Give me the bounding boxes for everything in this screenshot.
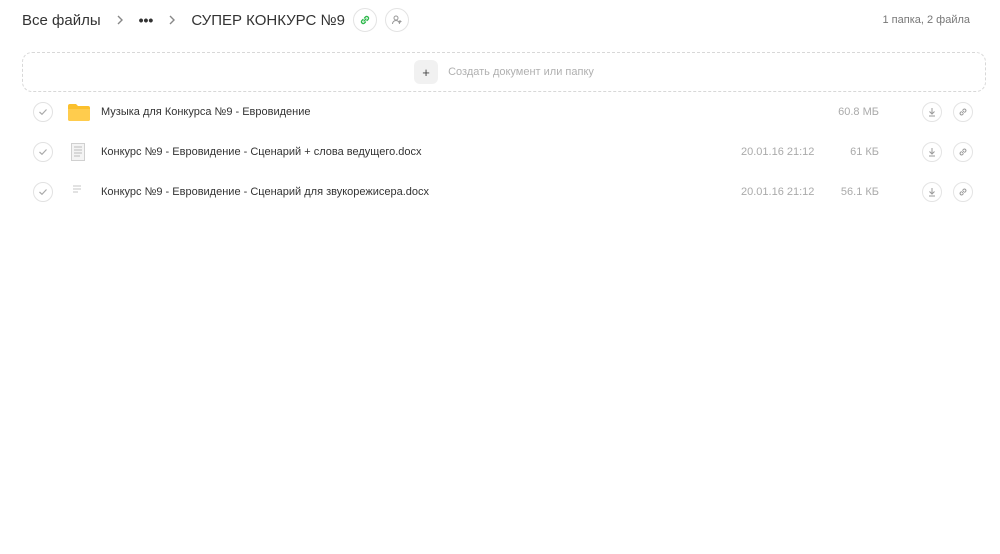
select-checkbox[interactable] xyxy=(33,102,53,122)
checkmark-icon xyxy=(39,109,47,116)
breadcrumb-all-files[interactable]: Все файлы xyxy=(22,12,101,29)
file-size: 61 КБ xyxy=(850,146,879,158)
copy-link-button[interactable] xyxy=(953,142,973,162)
share-link-button[interactable] xyxy=(352,8,377,32)
download-button[interactable] xyxy=(922,142,942,162)
user-access-icon xyxy=(391,15,402,25)
share-access-button[interactable] xyxy=(384,8,409,32)
file-date: 20.01.16 21:12 xyxy=(741,186,815,198)
download-icon xyxy=(929,148,935,157)
file-row[interactable]: Конкурс №9 - Евровидение - Сценарий для … xyxy=(22,172,978,212)
chevron-right-icon xyxy=(116,14,124,26)
download-button[interactable] xyxy=(922,102,942,122)
file-date: 20.01.16 21:12 xyxy=(741,146,815,158)
chevron-right-icon xyxy=(168,14,176,26)
link-icon xyxy=(360,15,370,25)
document-icon xyxy=(71,143,85,161)
download-button[interactable] xyxy=(922,182,942,202)
create-document-or-folder-button[interactable]: + Создать документ или папку xyxy=(22,52,986,92)
file-name[interactable]: Конкурс №9 - Евровидение - Сценарий для … xyxy=(101,186,429,198)
download-icon xyxy=(929,188,935,197)
link-icon xyxy=(959,188,967,196)
select-checkbox[interactable] xyxy=(33,182,53,202)
link-icon xyxy=(959,108,967,116)
select-checkbox[interactable] xyxy=(33,142,53,162)
header-bar: Все файлы ••• СУПЕР КОНКУРС №9 1 папка, … xyxy=(22,0,978,40)
link-icon xyxy=(959,148,967,156)
file-row[interactable]: Конкурс №9 - Евровидение - Сценарий + сл… xyxy=(22,132,978,172)
file-name[interactable]: Конкурс №9 - Евровидение - Сценарий + сл… xyxy=(101,146,422,158)
copy-link-button[interactable] xyxy=(953,182,973,202)
download-icon xyxy=(929,108,935,117)
file-name[interactable]: Музыка для Конкурса №9 - Евровидение xyxy=(101,106,311,118)
file-size: 56.1 КБ xyxy=(840,186,879,198)
document-icon xyxy=(71,183,85,201)
folder-summary: 1 папка, 2 файла xyxy=(882,14,970,26)
breadcrumb-ellipsis[interactable]: ••• xyxy=(139,12,154,28)
file-row[interactable]: Музыка для Конкурса №9 - Евровидение 60.… xyxy=(22,92,978,132)
checkmark-icon xyxy=(39,149,47,156)
breadcrumb-current-folder: СУПЕР КОНКУРС №9 xyxy=(191,11,345,29)
file-size: 60.8 МБ xyxy=(838,106,879,118)
create-label: Создать документ или папку xyxy=(448,66,594,78)
copy-link-button[interactable] xyxy=(953,102,973,122)
checkmark-icon xyxy=(39,189,47,196)
plus-icon: + xyxy=(414,60,439,84)
folder-icon xyxy=(68,103,90,121)
